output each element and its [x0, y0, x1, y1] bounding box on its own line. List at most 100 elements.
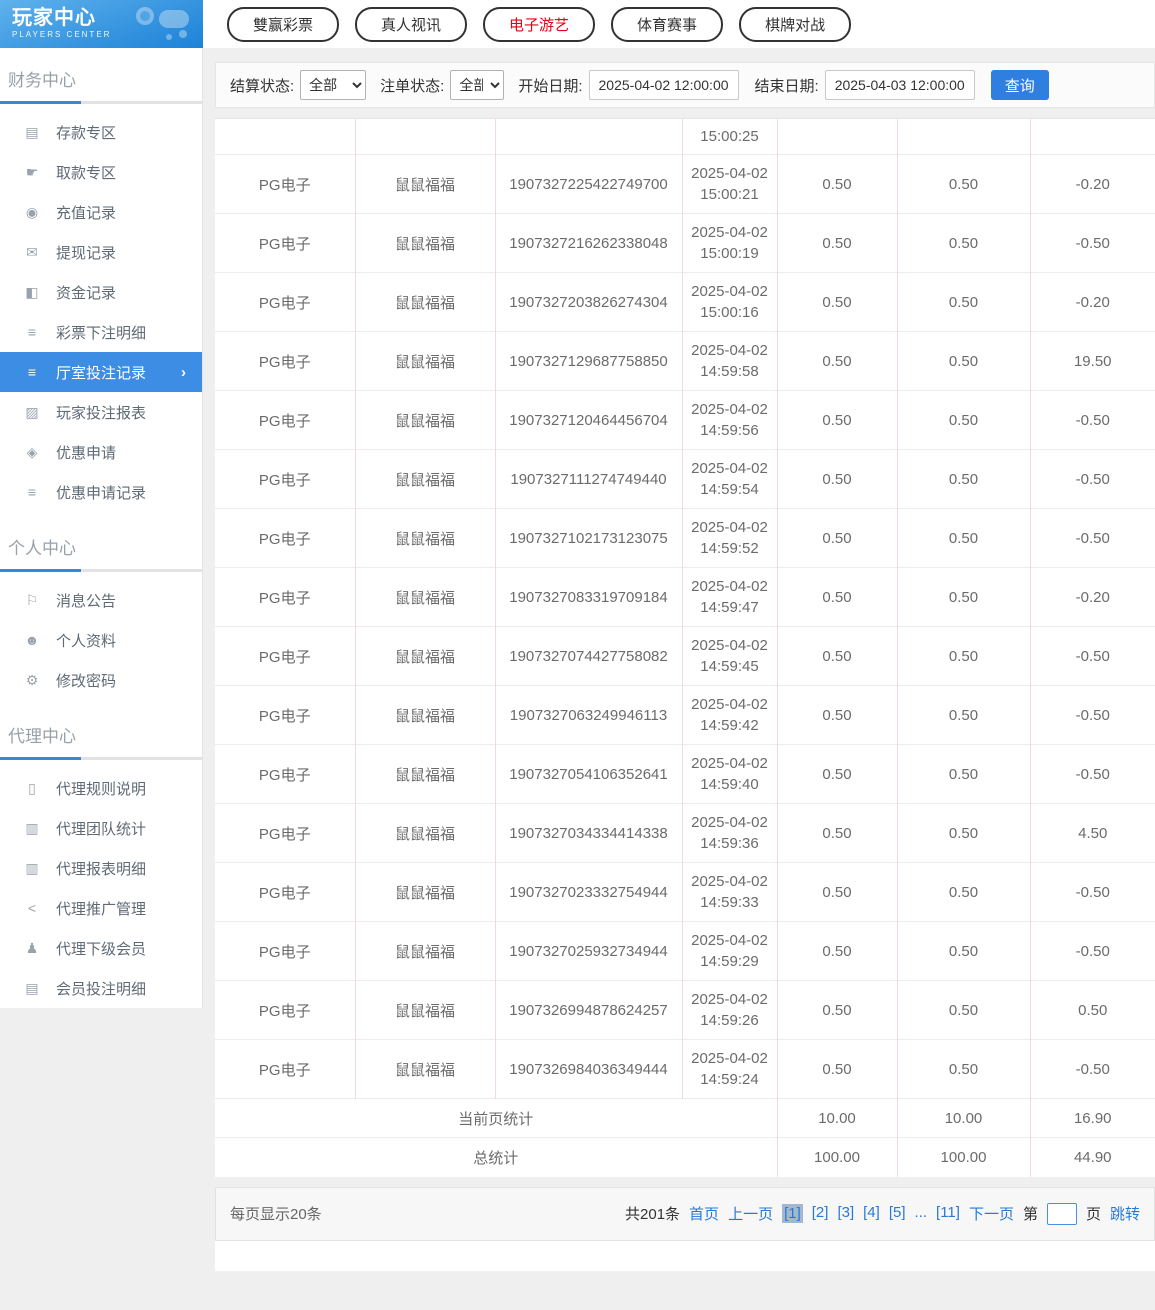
- table-row: PG电子 鼠鼠福福 1907327025932734944 2025-04-02…: [215, 922, 1155, 981]
- sidebar-item-agent-report-detail[interactable]: ▥ 代理报表明细: [0, 848, 202, 888]
- sidebar-item-agent-sub-members[interactable]: ♟ 代理下级会员: [0, 928, 202, 968]
- cell-order-id: [495, 119, 682, 155]
- page-ellipsis: ...: [915, 1204, 928, 1223]
- cell-game: 鼠鼠福福: [355, 332, 495, 391]
- bet-records-table: 15:00:25 PG电子 鼠鼠福福 1907327225422749700 2…: [215, 118, 1155, 1177]
- summary-bet: 10.00: [777, 1099, 897, 1138]
- cell-time: 2025-04-0214:59:24: [682, 1040, 777, 1099]
- sidebar-item-label: 资金记录: [56, 282, 116, 303]
- settle-status-select[interactable]: 全部: [300, 70, 366, 100]
- cell-time: 2025-04-0215:00:19: [682, 214, 777, 273]
- page-link-4[interactable]: [4]: [863, 1204, 880, 1223]
- cell-bet: 0.50: [777, 391, 897, 450]
- cell-game: [355, 119, 495, 155]
- start-date-input[interactable]: [589, 70, 739, 100]
- sidebar-item-deposit[interactable]: ▤ 存款专区: [0, 112, 202, 152]
- first-page-link[interactable]: 首页: [689, 1203, 719, 1224]
- cell-time: 2025-04-0214:59:36: [682, 804, 777, 863]
- cell-provider: PG电子: [215, 863, 355, 922]
- order-status-select[interactable]: 全部: [450, 70, 504, 100]
- section-divider: [0, 569, 202, 572]
- table-row: PG电子 鼠鼠福福 1907327034334414338 2025-04-02…: [215, 804, 1155, 863]
- tab-电子游艺[interactable]: 电子游艺: [483, 7, 595, 42]
- cell-bet: 0.50: [777, 155, 897, 214]
- cell-valid-bet: 0.50: [897, 863, 1030, 922]
- table-row: PG电子 鼠鼠福福 1907327063249946113 2025-04-02…: [215, 686, 1155, 745]
- page-link-3[interactable]: [3]: [837, 1204, 854, 1223]
- page-link-2[interactable]: [2]: [812, 1204, 829, 1223]
- sidebar-item-withdrawal-record[interactable]: ✉ 提现记录: [0, 232, 202, 272]
- cell-order-id: 1907327120464456704: [495, 391, 682, 450]
- cell-order-id: 1907327023332754944: [495, 863, 682, 922]
- cell-order-id: 1907327129687758850: [495, 332, 682, 391]
- cell-provider: [215, 119, 355, 155]
- tab-真人视讯[interactable]: 真人视讯: [355, 7, 467, 42]
- summary-winloss: 16.90: [1030, 1099, 1155, 1138]
- cell-provider: PG电子: [215, 804, 355, 863]
- cell-valid-bet: 0.50: [897, 1040, 1030, 1099]
- cell-valid-bet: 0.50: [897, 686, 1030, 745]
- page-link-11[interactable]: [11]: [936, 1204, 960, 1223]
- cell-order-id: 1907327225422749700: [495, 155, 682, 214]
- query-button[interactable]: 查询: [991, 70, 1049, 100]
- sidebar-item-funds-record[interactable]: ◧ 资金记录: [0, 272, 202, 312]
- sidebar-item-profile[interactable]: ☻ 个人资料: [0, 620, 202, 660]
- withdraw-hand-icon: ☛: [22, 164, 42, 181]
- sidebar-item-label: 消息公告: [56, 590, 116, 611]
- withdrawal-record-icon: ✉: [22, 244, 42, 261]
- share-icon: <: [22, 900, 42, 916]
- page-link-1[interactable]: [1]: [782, 1204, 803, 1223]
- end-date-input[interactable]: [825, 70, 975, 100]
- cell-winloss: [1030, 119, 1155, 155]
- sidebar-item-withdraw[interactable]: ☛ 取款专区: [0, 152, 202, 192]
- jump-page-input[interactable]: [1047, 1203, 1077, 1225]
- cell-bet: 0.50: [777, 627, 897, 686]
- sidebar-section-items: ▯ 代理规则说明 ▥ 代理团队统计 ▥ 代理报表明细 < 代理推广管理 ♟ 代理…: [0, 760, 202, 1008]
- sidebar-item-change-password[interactable]: ⚙ 修改密码: [0, 660, 202, 700]
- prev-page-link[interactable]: 上一页: [728, 1203, 773, 1224]
- sidebar-section-title: 个人中心: [0, 516, 202, 569]
- cell-valid-bet: 0.50: [897, 273, 1030, 332]
- cell-valid-bet: 0.50: [897, 627, 1030, 686]
- sidebar-section-items: ▤ 存款专区 ☛ 取款专区 ◉ 充值记录 ✉ 提现记录 ◧ 资金记录 ≡ 彩票下…: [0, 104, 202, 516]
- page-links: [1] [2] [3] [4] [5]... [11]: [782, 1204, 960, 1223]
- cell-time: 2025-04-0215:00:16: [682, 273, 777, 332]
- tab-体育赛事[interactable]: 体育赛事: [611, 7, 723, 42]
- summary-valid-bet: 100.00: [897, 1138, 1030, 1177]
- cell-order-id: 1907327203826274304: [495, 273, 682, 332]
- cell-provider: PG电子: [215, 1040, 355, 1099]
- sidebar-item-agent-rules[interactable]: ▯ 代理规则说明: [0, 768, 202, 808]
- cell-valid-bet: 0.50: [897, 568, 1030, 627]
- sidebar-item-promo-apply[interactable]: ◈ 优惠申请: [0, 432, 202, 472]
- cell-time: 2025-04-0214:59:26: [682, 981, 777, 1040]
- cell-time: 2025-04-0214:59:42: [682, 686, 777, 745]
- cell-order-id: 1907326984036349444: [495, 1040, 682, 1099]
- sidebar-item-promo-apply-record[interactable]: ≡ 优惠申请记录: [0, 472, 202, 512]
- sidebar-item-recharge-record[interactable]: ◉ 充值记录: [0, 192, 202, 232]
- sidebar-item-member-bet-detail[interactable]: ▤ 会员投注明细: [0, 968, 202, 1008]
- summary-row: 总统计 100.00 100.00 44.90: [215, 1138, 1155, 1177]
- sidebar-item-agent-team-stats[interactable]: ▥ 代理团队统计: [0, 808, 202, 848]
- sidebar-header: 玩家中心 PLAYERS CENTER: [0, 0, 203, 48]
- sidebar-item-lottery-bet-detail[interactable]: ≡ 彩票下注明细: [0, 312, 202, 352]
- page-link-5[interactable]: [5]: [889, 1204, 906, 1223]
- gamepad-icon: [125, 4, 195, 44]
- cell-game: 鼠鼠福福: [355, 214, 495, 273]
- table-row: PG电子 鼠鼠福福 1907327111274749440 2025-04-02…: [215, 450, 1155, 509]
- jump-button[interactable]: 跳转: [1110, 1203, 1140, 1224]
- next-page-link[interactable]: 下一页: [969, 1203, 1014, 1224]
- cell-winloss: -0.50: [1030, 863, 1155, 922]
- tab-棋牌对战[interactable]: 棋牌对战: [739, 7, 851, 42]
- tab-雙赢彩票[interactable]: 雙赢彩票: [227, 7, 339, 42]
- table-row: PG电子 鼠鼠福福 1907327120464456704 2025-04-02…: [215, 391, 1155, 450]
- sidebar-item-player-bet-report[interactable]: ▨ 玩家投注报表: [0, 392, 202, 432]
- cell-provider: PG电子: [215, 332, 355, 391]
- cell-valid-bet: 0.50: [897, 450, 1030, 509]
- sidebar-item-agent-promotion[interactable]: < 代理推广管理: [0, 888, 202, 928]
- sidebar-item-hall-bet-record[interactable]: ≡ 厅室投注记录 ›: [0, 352, 202, 392]
- cell-winloss: -0.20: [1030, 568, 1155, 627]
- cell-bet: 0.50: [777, 450, 897, 509]
- sidebar-item-messages[interactable]: ⚐ 消息公告: [0, 580, 202, 620]
- cell-winloss: -0.50: [1030, 745, 1155, 804]
- recharge-record-icon: ◉: [22, 204, 42, 221]
